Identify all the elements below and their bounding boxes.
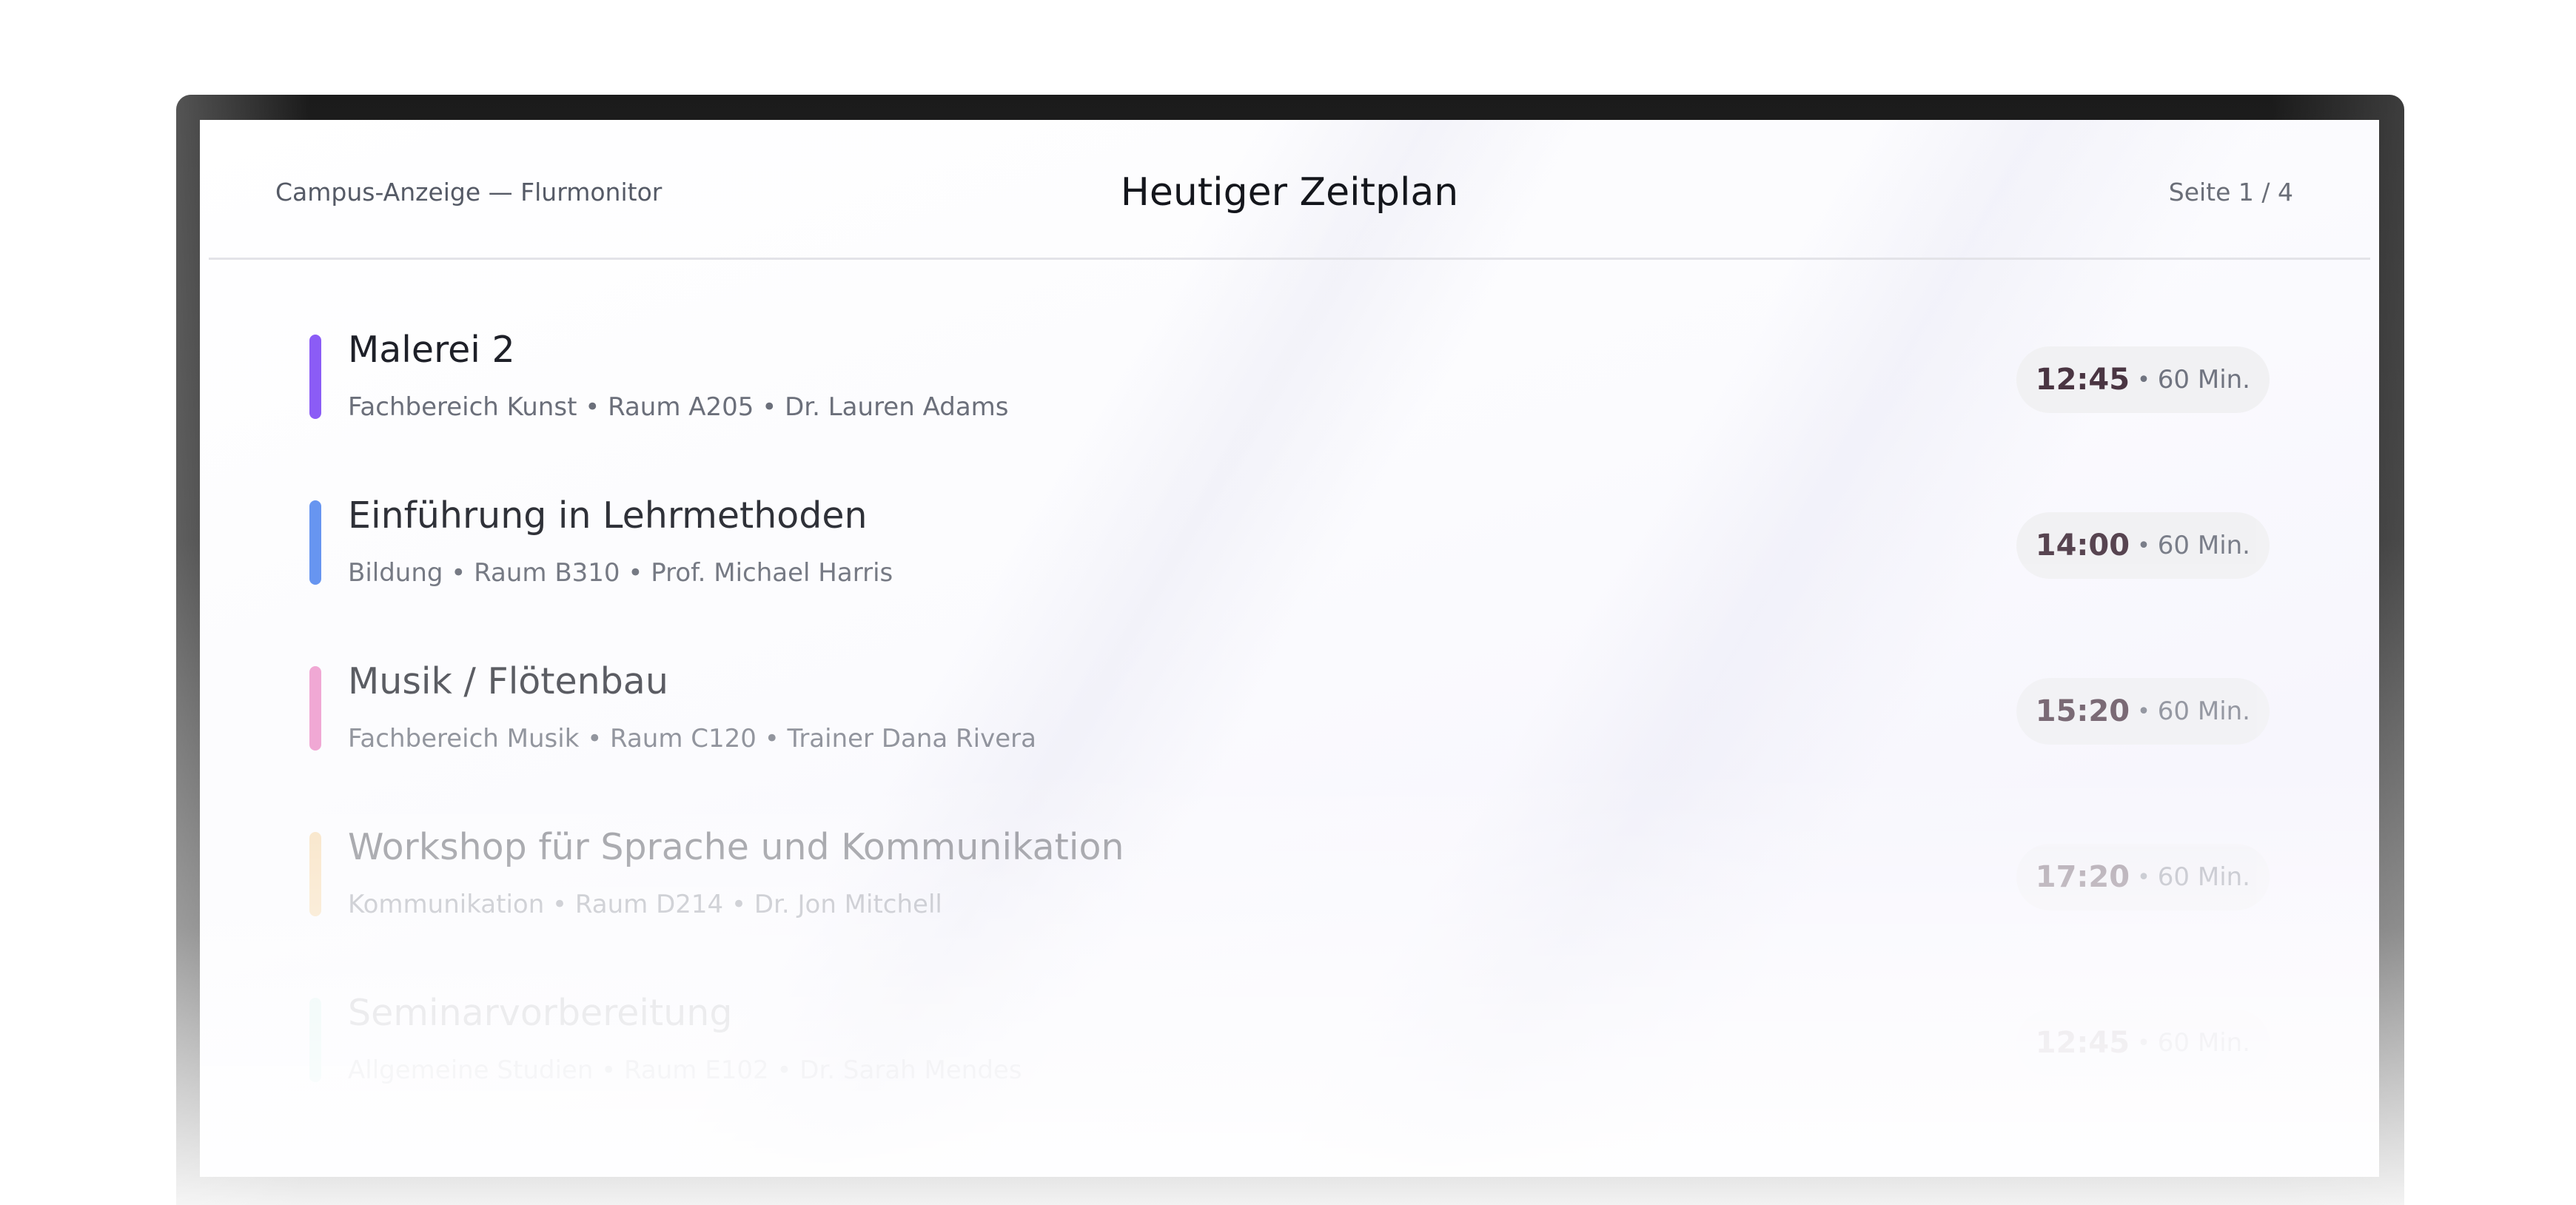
start-time: 14:00 xyxy=(2035,528,2130,563)
accent-bar xyxy=(309,832,321,916)
time-pill: 17:20 • 60 Min. xyxy=(2016,844,2270,910)
course-title: Einführung in Lehrmethoden xyxy=(348,494,868,537)
accent-bar xyxy=(309,500,321,585)
separator-dot: • xyxy=(2137,1030,2150,1056)
page-title: Heutiger Zeitplan xyxy=(1120,170,1459,215)
start-time: 15:20 xyxy=(2035,694,2130,728)
time-pill: 12:45 • 60 Min. xyxy=(2016,1010,2270,1076)
schedule-row: Workshop für Sprache und Kommunikation K… xyxy=(200,826,2379,943)
course-meta: Allgemeine Studien • Raum E102 • Dr. Sar… xyxy=(348,1055,1022,1085)
schedule-row: Einführung in Lehrmethoden Bildung • Rau… xyxy=(200,494,2379,611)
page-indicator: Seite 1 / 4 xyxy=(2168,178,2293,207)
accent-bar xyxy=(309,998,321,1082)
start-time: 17:20 xyxy=(2035,860,2130,894)
course-meta: Fachbereich Musik • Raum C120 • Trainer … xyxy=(348,724,1036,753)
separator-dot: • xyxy=(2137,366,2150,393)
course-title: Seminarvorbereitung xyxy=(348,992,733,1034)
course-meta: Bildung • Raum B310 • Prof. Michael Harr… xyxy=(348,558,893,588)
time-pill: 15:20 • 60 Min. xyxy=(2016,678,2270,745)
duration: 60 Min. xyxy=(2157,365,2250,395)
separator-dot: • xyxy=(2137,864,2150,890)
time-pill: 14:00 • 60 Min. xyxy=(2016,512,2270,579)
schedule-row: Seminarvorbereitung Allgemeine Studien •… xyxy=(200,992,2379,1109)
bottom-fade xyxy=(200,762,2379,1177)
duration: 60 Min. xyxy=(2157,697,2250,726)
schedule-row: Musik / Flötenbau Fachbereich Musik • Ra… xyxy=(200,660,2379,777)
accent-bar xyxy=(309,666,321,751)
accent-bar xyxy=(309,335,321,419)
start-time: 12:45 xyxy=(2035,1026,2130,1060)
course-title: Workshop für Sprache und Kommunikation xyxy=(348,826,1124,868)
time-pill: 12:45 • 60 Min. xyxy=(2016,346,2270,413)
course-title: Malerei 2 xyxy=(348,329,515,371)
course-meta: Kommunikation • Raum D214 • Dr. Jon Mitc… xyxy=(348,890,942,919)
separator-dot: • xyxy=(2137,532,2150,559)
duration: 60 Min. xyxy=(2157,862,2250,892)
duration: 60 Min. xyxy=(2157,1028,2250,1058)
separator-dot: • xyxy=(2137,698,2150,725)
duration: 60 Min. xyxy=(2157,531,2250,560)
course-title: Musik / Flötenbau xyxy=(348,660,668,702)
header: Campus-Anzeige — Flurmonitor Heutiger Ze… xyxy=(209,120,2370,260)
display-screen: Campus-Anzeige — Flurmonitor Heutiger Ze… xyxy=(200,120,2379,1177)
start-time: 12:45 xyxy=(2035,363,2130,397)
course-meta: Fachbereich Kunst • Raum A205 • Dr. Laur… xyxy=(348,392,1009,422)
schedule-row: Malerei 2 Fachbereich Kunst • Raum A205 … xyxy=(200,329,2379,446)
